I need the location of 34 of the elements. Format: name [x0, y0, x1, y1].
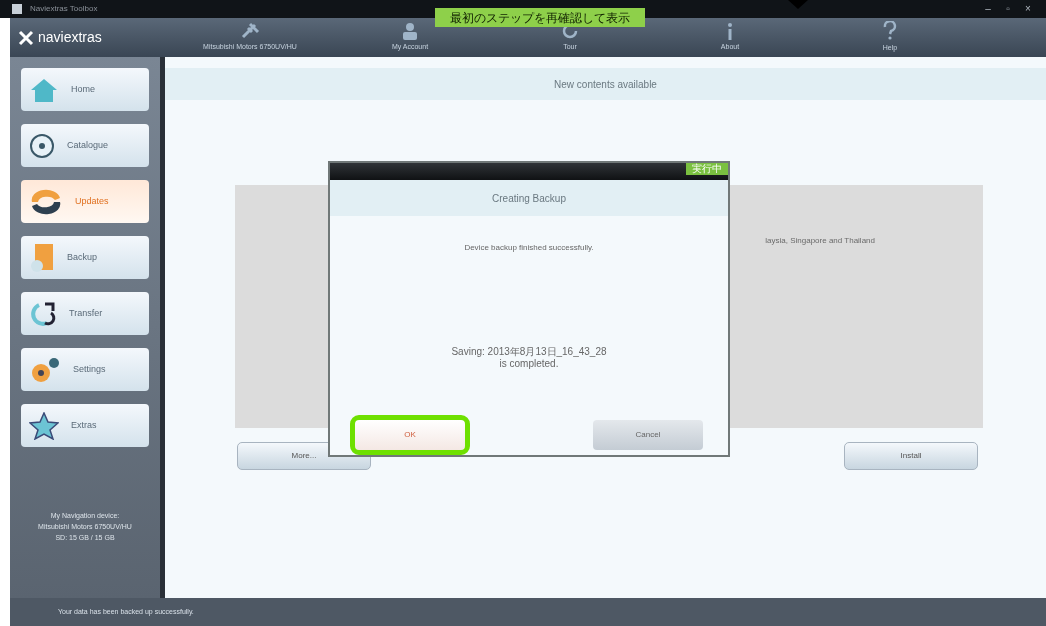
- sidebar-item[interactable]: Extras: [21, 404, 149, 447]
- star-icon: [29, 411, 59, 440]
- pointer-arrow-icon: [788, 0, 808, 9]
- person-icon: [401, 22, 419, 41]
- x-logo-icon: [18, 29, 34, 46]
- document-icon: [29, 242, 55, 273]
- sync-arrows-icon: [29, 188, 63, 215]
- window-control[interactable]: –: [982, 4, 994, 14]
- status-badge: 実行中: [686, 163, 728, 175]
- sidebar-item[interactable]: Transfer: [21, 292, 149, 335]
- hint-tooltip: 最初のステップを再確認して表示: [435, 8, 645, 27]
- app-icon: [12, 4, 22, 14]
- window-control[interactable]: ▫: [1002, 4, 1014, 14]
- info-icon: [726, 22, 734, 41]
- dialog-message: Device backup finished successfully.: [464, 242, 594, 254]
- help-icon: [883, 21, 897, 42]
- sidebar-item[interactable]: Catalogue: [21, 124, 149, 167]
- sidebar-item[interactable]: Backup: [21, 236, 149, 279]
- window-control[interactable]: ×: [1022, 4, 1034, 14]
- transfer-arrow-icon: [29, 300, 57, 327]
- compass-icon: [29, 132, 55, 159]
- dialog-detail-text: Saving: 2013年8月13日_16_43_28: [451, 346, 607, 358]
- content-button[interactable]: Install: [844, 442, 978, 470]
- content-title: New contents available: [554, 77, 657, 92]
- house-icon: [29, 76, 59, 103]
- sidebar-item[interactable]: Home: [21, 68, 149, 111]
- dialog-detail-text: is completed.: [499, 358, 559, 370]
- brand-logo: naviextras: [38, 28, 102, 47]
- dialog-button[interactable]: Cancel: [593, 420, 703, 450]
- window-title: Naviextras Toolbox: [30, 3, 98, 15]
- sidebar-item[interactable]: Updates: [21, 180, 149, 223]
- sidebar-item[interactable]: Settings: [21, 348, 149, 391]
- dialog-title: Creating Backup: [492, 191, 566, 206]
- content-text: laysia, Singapore and Thailand: [765, 235, 875, 247]
